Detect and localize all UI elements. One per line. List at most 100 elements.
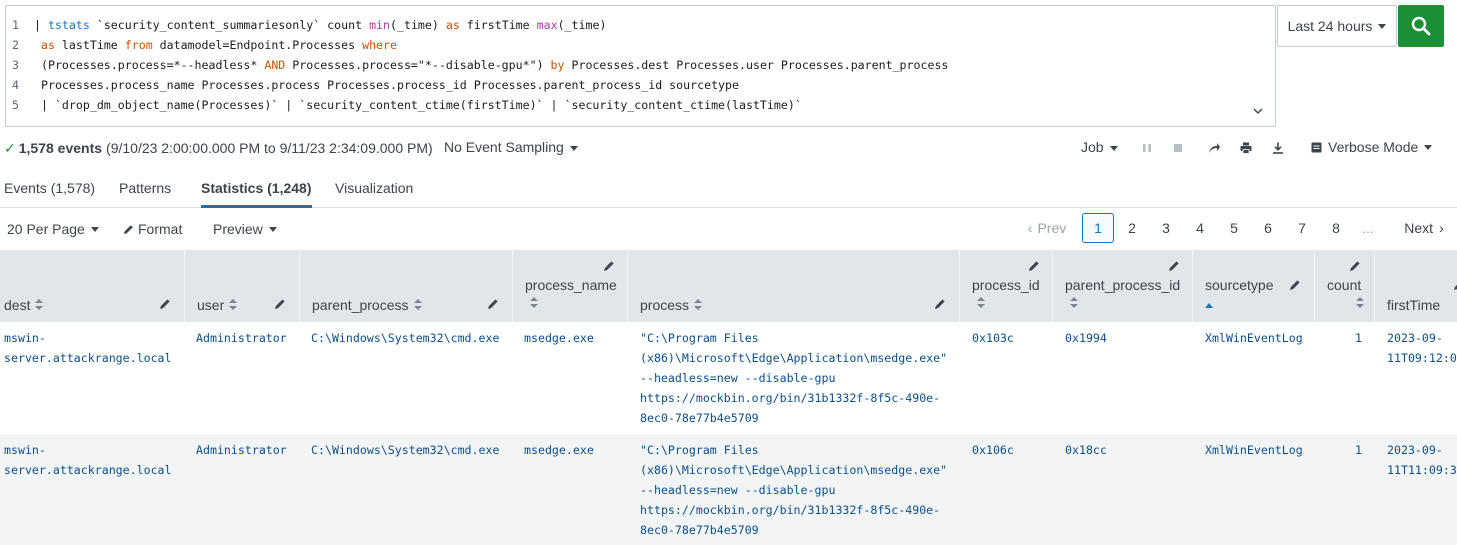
pencil-icon[interactable] — [1453, 279, 1457, 291]
time-range-picker[interactable]: Last 24 hours — [1277, 5, 1397, 47]
event-sampling-label: No Event Sampling — [444, 139, 564, 155]
event-sampling-dropdown[interactable]: No Event Sampling — [444, 139, 578, 155]
sort-icon — [977, 297, 985, 309]
page-button-2[interactable]: 2 — [1118, 213, 1146, 243]
cell-process[interactable]: "C:\Program Files (x86)\Microsoft\Edge\A… — [640, 328, 947, 428]
query-keyword: as — [40, 38, 55, 52]
tab-events[interactable]: Events (1,578) — [4, 180, 95, 208]
cell-user[interactable]: Administrator — [196, 440, 287, 460]
page-button-8[interactable]: 8 — [1322, 213, 1350, 243]
query-token: datamodel=Endpoint.Processes — [152, 38, 363, 52]
page-button-5[interactable]: 5 — [1220, 213, 1248, 243]
query-line-4: 4 Processes.process_name Processes.proce… — [6, 75, 1275, 95]
query-text: Processes.process_name Processes.process… — [34, 75, 739, 95]
pencil-icon[interactable] — [1168, 260, 1180, 272]
tab-statistics[interactable]: Statistics (1,248) — [201, 180, 312, 208]
job-label: Job — [1081, 139, 1104, 155]
page-button-7[interactable]: 7 — [1288, 213, 1316, 243]
tab-visualization[interactable]: Visualization — [335, 180, 413, 208]
page-button-1[interactable]: 1 — [1082, 213, 1114, 243]
sort-icon — [1070, 297, 1078, 309]
per-page-dropdown[interactable]: 20 Per Page — [7, 221, 99, 237]
cell-process[interactable]: "C:\Program Files (x86)\Microsoft\Edge\A… — [640, 440, 947, 540]
pencil-icon[interactable] — [1349, 260, 1361, 272]
pause-icon[interactable] — [1140, 141, 1154, 155]
query-token: `security_content_summariesonly` count — [89, 18, 370, 32]
cell-process-id[interactable]: 0x106c — [972, 440, 1014, 460]
cell-parent-process-id[interactable]: 0x18cc — [1065, 440, 1107, 460]
pencil-icon[interactable] — [603, 260, 615, 272]
event-time-range: (9/10/23 2:00:00.000 PM to 9/11/23 2:34:… — [106, 140, 433, 156]
time-range-label: Last 24 hours — [1287, 18, 1373, 34]
pencil-icon[interactable] — [159, 298, 171, 310]
column-label: count — [1327, 277, 1361, 293]
share-icon[interactable] — [1207, 141, 1221, 155]
column-header-user[interactable]: user — [185, 250, 300, 322]
event-count: 1,578 events — [18, 140, 103, 156]
prev-page-button[interactable]: ‹ Prev — [1024, 213, 1070, 243]
cell-count[interactable]: 1 — [1315, 328, 1362, 348]
cell-parent-process[interactable]: C:\Windows\System32\cmd.exe — [311, 440, 499, 460]
preview-dropdown[interactable]: Preview — [213, 221, 277, 237]
cell-process-name[interactable]: msedge.exe — [524, 328, 594, 348]
page-button-6[interactable]: 6 — [1254, 213, 1282, 243]
column-header-count[interactable]: count — [1315, 250, 1375, 322]
column-label: firstTime — [1387, 297, 1440, 313]
search-query-editor[interactable]: 1 | tstats `security_content_summariesonl… — [5, 5, 1276, 127]
pencil-icon[interactable] — [1028, 260, 1040, 272]
next-label: Next — [1404, 220, 1434, 236]
cell-sourcetype[interactable]: XmlWinEventLog — [1205, 440, 1303, 460]
line-number: 4 — [12, 78, 19, 92]
cell-dest[interactable]: mswin- server.attackrange.local — [4, 440, 172, 480]
pencil-icon[interactable] — [1289, 279, 1301, 291]
cell-first-time[interactable]: 2023-09- 11T11:09:3 — [1387, 440, 1457, 480]
cell-process-id[interactable]: 0x103c — [972, 328, 1014, 348]
column-header-parent-process[interactable]: parent_process — [300, 250, 513, 322]
chevron-down-icon[interactable] — [1253, 106, 1263, 116]
caret-down-icon — [1109, 145, 1118, 151]
pencil-icon[interactable] — [934, 298, 946, 310]
cell-parent-process[interactable]: C:\Windows\System32\cmd.exe — [311, 328, 499, 348]
cell-parent-process-id[interactable]: 0x1994 — [1065, 328, 1107, 348]
stop-icon[interactable] — [1171, 141, 1185, 155]
pencil-icon[interactable] — [487, 298, 499, 310]
query-token: Processes.dest Processes.user Processes.… — [564, 58, 949, 72]
cell-dest[interactable]: mswin- server.attackrange.local — [4, 328, 172, 368]
page-button-3[interactable]: 3 — [1152, 213, 1180, 243]
export-icon[interactable] — [1271, 141, 1285, 155]
cell-user[interactable]: Administrator — [196, 328, 287, 348]
per-page-label: 20 Per Page — [7, 221, 85, 237]
line-number: 5 — [12, 98, 19, 112]
prev-label: Prev — [1037, 220, 1067, 236]
print-icon[interactable] — [1239, 141, 1253, 155]
column-header-parent-process-id[interactable]: parent_process_id — [1053, 250, 1193, 322]
column-title: dest — [4, 297, 31, 313]
column-header-process[interactable]: process — [628, 250, 960, 322]
table-row: mswin- server.attackrange.local Administ… — [0, 434, 1457, 545]
column-header-process-id[interactable]: process_id — [960, 250, 1053, 322]
query-keyword: where — [362, 38, 397, 52]
column-label: dest — [4, 297, 44, 313]
column-title: process — [640, 297, 690, 313]
search-button[interactable] — [1398, 5, 1444, 47]
search-mode-dropdown[interactable]: Verbose Mode — [1311, 139, 1433, 155]
column-header-dest[interactable]: dest — [0, 250, 185, 322]
caret-down-icon — [90, 226, 99, 232]
column-title: process_id — [972, 277, 1040, 293]
format-button[interactable]: Format — [123, 221, 182, 237]
next-page-button[interactable]: Next › — [1400, 213, 1448, 243]
column-header-sourcetype[interactable]: sourcetype — [1193, 250, 1315, 322]
cell-sourcetype[interactable]: XmlWinEventLog — [1205, 328, 1303, 348]
pencil-icon[interactable] — [274, 298, 286, 310]
tab-patterns[interactable]: Patterns — [119, 180, 171, 208]
cell-count[interactable]: 1 — [1315, 440, 1362, 460]
cell-process-name[interactable]: msedge.exe — [524, 440, 594, 460]
search-query[interactable]: 1 | tstats `security_content_summariesonl… — [6, 6, 1275, 115]
query-text: | `drop_dm_object_name(Processes)` | `se… — [34, 95, 802, 115]
sort-icon — [1356, 297, 1364, 309]
job-menu[interactable]: Job — [1081, 139, 1118, 155]
column-header-first-time[interactable]: firstTime — [1375, 250, 1457, 322]
cell-first-time[interactable]: 2023-09- 11T09:12:0 — [1387, 328, 1457, 368]
page-button-4[interactable]: 4 — [1186, 213, 1214, 243]
column-header-process-name[interactable]: process_name — [513, 250, 628, 322]
